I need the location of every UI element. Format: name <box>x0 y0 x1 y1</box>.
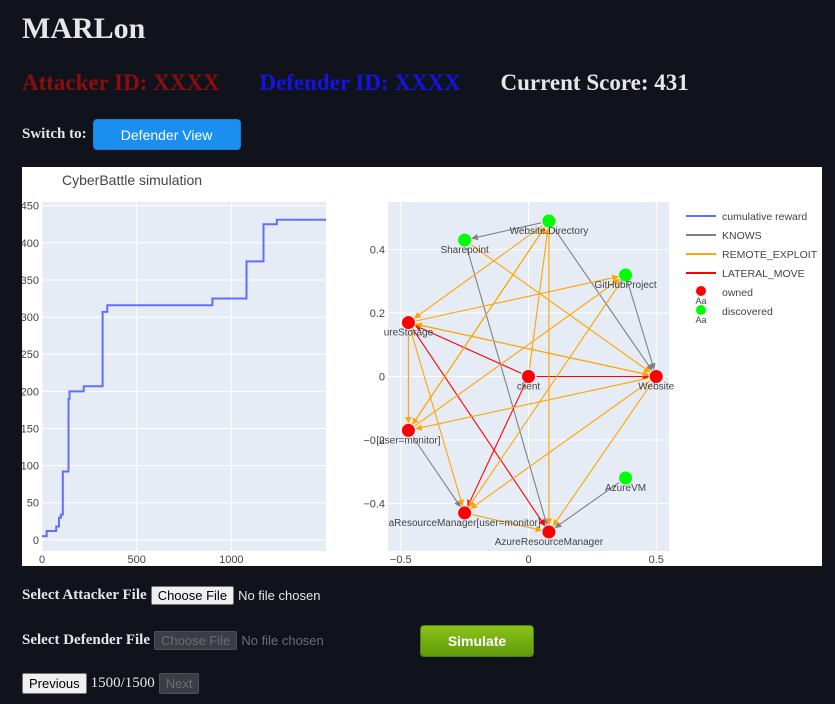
node-webdir-label: Website.Directory <box>510 226 589 237</box>
simulate-button[interactable]: Simulate <box>420 625 534 657</box>
reward-x-tick: 0 <box>39 554 45 566</box>
node-website-label: Website <box>638 382 674 393</box>
reward-x-tick: 1000 <box>219 554 243 566</box>
defender-view-button[interactable]: Defender View <box>92 119 241 150</box>
defender-id-label: Defender ID: XXXX <box>259 70 461 95</box>
current-score-label: Current Score: 431 <box>500 70 689 95</box>
graph-y-tick: 0.2 <box>370 308 385 320</box>
reward-y-tick: 150 <box>22 423 39 435</box>
legend-marker-discovered <box>696 305 706 315</box>
legend-label: KNOWS <box>722 230 762 242</box>
reward-y-tick: 100 <box>22 461 39 473</box>
simulation-figure-svg: CyberBattle simulation 0 50 100 150 200 250 30… <box>21 172 818 566</box>
reward-y-tick: 300 <box>22 312 39 324</box>
switch-to-label: Switch to: <box>22 126 87 142</box>
reward-plot: 0 50 100 150 200 250 300 350 400 450 0 500 1000 <box>21 201 326 566</box>
node-github-label: GitHubProject <box>594 280 656 291</box>
reward-y-tick: 350 <box>22 275 39 287</box>
chart-legend: cumulative reward KNOWS REMOTE_EXPLOIT LATE… <box>686 211 818 325</box>
reward-y-tick: 0 <box>33 535 39 547</box>
legend-label: cumulative reward <box>722 211 807 223</box>
reward-x-tick: 500 <box>127 554 145 566</box>
simulation-figure: CyberBattle simulation 0 50 100 150 200 250 30… <box>21 167 822 566</box>
node-sharepoint-label: Sharepoint <box>440 245 489 256</box>
defender-file-label: Select Defender File <box>22 632 151 648</box>
score-header: Attacker ID: XXXX Defender ID: XXXX Curr… <box>22 70 689 96</box>
graph-x-tick: 0.5 <box>649 554 664 566</box>
legend-label: discovered <box>722 306 773 318</box>
attacker-choose-file-button[interactable]: Choose File <box>150 586 235 605</box>
attacker-file-row: Select Attacker File Choose File No file… <box>22 586 320 605</box>
graph-y-tick: 0 <box>379 372 385 384</box>
chart-title: CyberBattle simulation <box>62 172 202 188</box>
pager: Previous 1500/1500 Next <box>22 673 200 694</box>
attacker-file-status: No file chosen <box>238 588 321 603</box>
reward-y-tick: 400 <box>22 238 39 250</box>
graph-y-tick: −0.4 <box>363 498 385 510</box>
node-storage-label: ureStorage <box>384 328 434 339</box>
legend-label: REMOTE_EXPLOIT <box>722 249 818 261</box>
legend-marker-sample: Aa <box>695 296 706 306</box>
switch-view-row: Switch to: Defender View <box>22 119 241 150</box>
node-azrm_mon-label: aResourceManager[user=monitor] <box>389 518 541 529</box>
defender-file-status: No file chosen <box>241 633 324 648</box>
legend-marker-owned <box>696 286 706 296</box>
defender-choose-file-button: Choose File <box>154 631 238 650</box>
page-indicator: 1500/1500 <box>90 675 155 691</box>
graph-y-tick: 0.4 <box>370 245 385 257</box>
network-graph: −0.4−0.200.20.4−0.5 0 0.5client WebsiteureS… <box>363 202 675 566</box>
previous-button[interactable]: Previous <box>22 673 87 694</box>
reward-y-tick: 200 <box>22 386 39 398</box>
graph-x-tick: 0 <box>525 554 531 566</box>
node-azrm-label: AzureResourceManager <box>495 537 604 548</box>
reward-y-tick: 250 <box>22 349 39 361</box>
attacker-id-label: Attacker ID: XXXX <box>22 70 220 95</box>
next-button: Next <box>158 673 200 694</box>
reward-plot-area <box>42 202 326 551</box>
defender-file-row: Select Defender File Choose File No file… <box>22 631 324 650</box>
node-client-label: client <box>517 382 541 393</box>
reward-y-tick: 450 <box>22 201 39 213</box>
legend-label: owned <box>722 287 753 299</box>
attacker-file-label: Select Attacker File <box>22 587 147 603</box>
graph-x-tick: −0.5 <box>390 554 412 566</box>
app-title: MARLon <box>22 12 146 45</box>
legend-label: LATERAL_MOVE <box>722 268 805 280</box>
node-monitor-label: [user=monitor] <box>376 435 440 446</box>
reward-y-tick: 50 <box>27 498 39 510</box>
node-azurevm-label: AzureVM <box>605 483 646 494</box>
legend-marker-sample: Aa <box>695 315 706 325</box>
